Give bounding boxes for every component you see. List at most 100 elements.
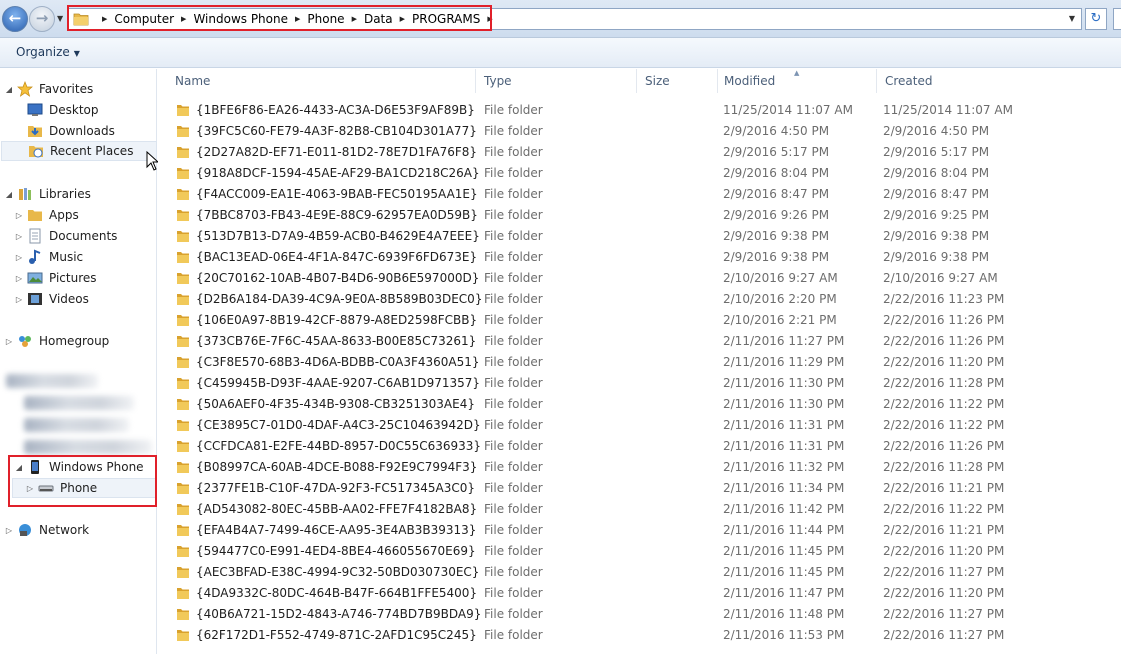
nav-downloads[interactable]: Downloads [14,121,115,141]
file-created: 2/22/2016 11:21 PM [883,523,1005,537]
collapsed-arrow-icon[interactable]: ▷ [4,337,14,346]
address-highlight-box [67,5,492,31]
file-row[interactable]: {4DA9332C-80DC-464B-B47F-664B1FFE5400} Fi… [158,583,1121,604]
collapsed-arrow-icon[interactable]: ▷ [14,295,24,304]
file-modified: 2/11/2016 11:31 PM [723,439,845,453]
file-row[interactable]: {AEC3BFAD-E38C-4994-9C32-50BD030730EC} Fi… [158,562,1121,583]
file-row[interactable]: {594477C0-E991-4ED4-8BE4-466055670E69} Fi… [158,541,1121,562]
file-name: {2D27A82D-EF71-E011-81D2-78E7D1FA76F8} [196,145,478,159]
downloads-icon [28,126,42,137]
file-modified: 2/9/2016 9:38 PM [723,250,830,264]
nav-recent-places[interactable]: Recent Places [1,141,157,161]
file-row[interactable]: {AD543082-80EC-45BB-AA02-FFE7F4182BA8} Fi… [158,499,1121,520]
file-created: 2/9/2016 9:38 PM [883,229,990,243]
file-row[interactable]: {1BFE6F86-EA26-4433-AC3A-D6E53F9AF89B} Fi… [158,100,1121,121]
column-header-size[interactable]: Size [637,69,718,93]
file-name: {CCFDCA81-E2FE-44BD-8957-D0C55C636933} [196,439,482,453]
file-row[interactable]: {373CB76E-7F6C-45AA-8633-B00E85C73261} Fi… [158,331,1121,352]
file-row[interactable]: {918A8DCF-1594-45AE-AF29-BA1CD218C26A} Fi… [158,163,1121,184]
file-created: 2/22/2016 11:26 PM [883,313,1005,327]
nav-documents[interactable]: ▷ Documents [14,226,117,246]
file-type: File folder [484,607,543,621]
nav-desktop[interactable]: Desktop [14,100,99,120]
file-type: File folder [484,187,543,201]
file-row[interactable]: {D2B6A184-DA39-4C9A-9E0A-8B589B03DEC0} Fi… [158,289,1121,310]
file-name: {CE3895C7-01D0-4DAF-A4C3-25C10463942D} [196,418,481,432]
file-created: 2/9/2016 9:25 PM [883,208,990,222]
collapsed-arrow-icon[interactable]: ▷ [14,274,24,283]
folder-icon [177,294,189,305]
nav-favorites[interactable]: ◢ Favorites [4,79,93,99]
file-created: 2/22/2016 11:28 PM [883,460,1005,474]
file-row[interactable]: {40B6A721-15D2-4843-A746-774BD7B9BDA9} Fi… [158,604,1121,625]
file-name: {7BBC8703-FB43-4E9E-88C9-62957EA0D59B} [196,208,478,222]
favorites-star-icon [17,81,33,97]
organize-button[interactable]: Organize ▼ [16,45,80,59]
file-created: 11/25/2014 11:07 AM [883,103,1013,117]
file-name: {EFA4B4A7-7499-46CE-AA95-3E4AB3B39313} [196,523,477,537]
file-row[interactable]: {2D27A82D-EF71-E011-81D2-78E7D1FA76F8} Fi… [158,142,1121,163]
file-name: {1BFE6F86-EA26-4433-AC3A-D6E53F9AF89B} [196,103,475,117]
file-type: File folder [484,145,543,159]
file-modified: 2/9/2016 8:47 PM [723,187,830,201]
file-row[interactable]: {CE3895C7-01D0-4DAF-A4C3-25C10463942D} Fi… [158,415,1121,436]
nav-label: Libraries [39,187,91,201]
file-type: File folder [484,355,543,369]
folder-icon [177,462,189,473]
file-row[interactable]: {62F172D1-F552-4749-871C-2AFD1C95C245} Fi… [158,625,1121,646]
file-row[interactable]: {BAC13EAD-06E4-4F1A-847C-6939F6FD673E} Fi… [158,247,1121,268]
search-input[interactable] [1113,8,1121,30]
file-row[interactable]: {F4ACC009-EA1E-4063-9BAB-FEC50195AA1E} Fi… [158,184,1121,205]
file-modified: 2/9/2016 4:50 PM [723,124,830,138]
recent-pages-dropdown-icon[interactable]: ▼ [57,14,63,23]
nav-videos[interactable]: ▷ Videos [14,289,89,309]
expanded-arrow-icon[interactable]: ◢ [4,190,14,199]
file-created: 2/9/2016 8:04 PM [883,166,990,180]
file-created: 2/22/2016 11:22 PM [883,397,1005,411]
blurred-computer-item [6,374,98,388]
nav-libraries[interactable]: ◢ Libraries [4,184,91,204]
nav-label: Homegroup [39,334,110,348]
nav-music[interactable]: ▷ Music [14,247,83,267]
file-row[interactable]: {513D7B13-D7A9-4B59-ACB0-B4629E4A7EEE} Fi… [158,226,1121,247]
nav-homegroup[interactable]: ▷ Homegroup [4,331,109,351]
column-header-name[interactable]: Name [167,69,476,93]
column-header-type[interactable]: Type [476,69,637,93]
blurred-drive-item [24,440,152,454]
nav-pictures[interactable]: ▷ Pictures [14,268,97,288]
collapsed-arrow-icon[interactable]: ▷ [14,253,24,262]
file-row[interactable]: {2377FE1B-C10F-47DA-92F3-FC517345A3C0} Fi… [158,478,1121,499]
documents-icon [29,228,41,244]
file-row[interactable]: {EFA4B4A7-7499-46CE-AA95-3E4AB3B39313} Fi… [158,520,1121,541]
file-row[interactable]: {39FC5C60-FE79-4A3F-82B8-CB104D301A77} Fi… [158,121,1121,142]
file-row[interactable]: {50A6AEF0-4F35-434B-9308-CB3251303AE4} Fi… [158,394,1121,415]
folder-icon [177,231,189,242]
back-arrow-icon: ← [8,9,22,27]
file-name: {40B6A721-15D2-4843-A746-774BD7B9BDA9} [196,607,482,621]
file-row[interactable]: {C3F8E570-68B3-4D6A-BDBB-C0A3F4360A51} Fi… [158,352,1121,373]
file-row[interactable]: {C459945B-D93F-4AAE-9207-C6AB1D971357} Fi… [158,373,1121,394]
nav-network[interactable]: ▷ Network [4,520,89,540]
column-header-created[interactable]: Created [877,69,1037,93]
file-modified: 2/11/2016 11:45 PM [723,544,845,558]
refresh-button[interactable]: ↻ [1085,8,1107,30]
address-dropdown-icon[interactable]: ▼ [1069,14,1075,23]
nav-apps[interactable]: ▷ Apps [14,205,79,225]
file-row[interactable]: {106E0A97-8B19-42CF-8879-A8ED2598FCBB} Fi… [158,310,1121,331]
folder-icon [177,546,189,557]
file-row[interactable]: {CCFDCA81-E2FE-44BD-8957-D0C55C636933} Fi… [158,436,1121,457]
file-row[interactable]: {B08997CA-60AB-4DCE-B088-F92E9C7994F3} Fi… [158,457,1121,478]
expanded-arrow-icon[interactable]: ◢ [4,85,14,94]
file-created: 2/22/2016 11:28 PM [883,376,1005,390]
address-strip: ← → ▼ ▶ Computer ▶ Windows Phone ▶ Phone… [0,0,1121,38]
file-modified: 2/11/2016 11:31 PM [723,418,845,432]
back-button[interactable]: ← [2,6,28,32]
forward-button[interactable]: → [29,6,55,32]
collapsed-arrow-icon[interactable]: ▷ [14,211,24,220]
collapsed-arrow-icon[interactable]: ▷ [14,232,24,241]
file-row[interactable]: {7BBC8703-FB43-4E9E-88C9-62957EA0D59B} Fi… [158,205,1121,226]
collapsed-arrow-icon[interactable]: ▷ [4,526,14,535]
file-modified: 2/11/2016 11:34 PM [723,481,845,495]
folder-icon [177,315,189,326]
file-row[interactable]: {20C70162-10AB-4B07-B4D6-90B6E597000D} Fi… [158,268,1121,289]
